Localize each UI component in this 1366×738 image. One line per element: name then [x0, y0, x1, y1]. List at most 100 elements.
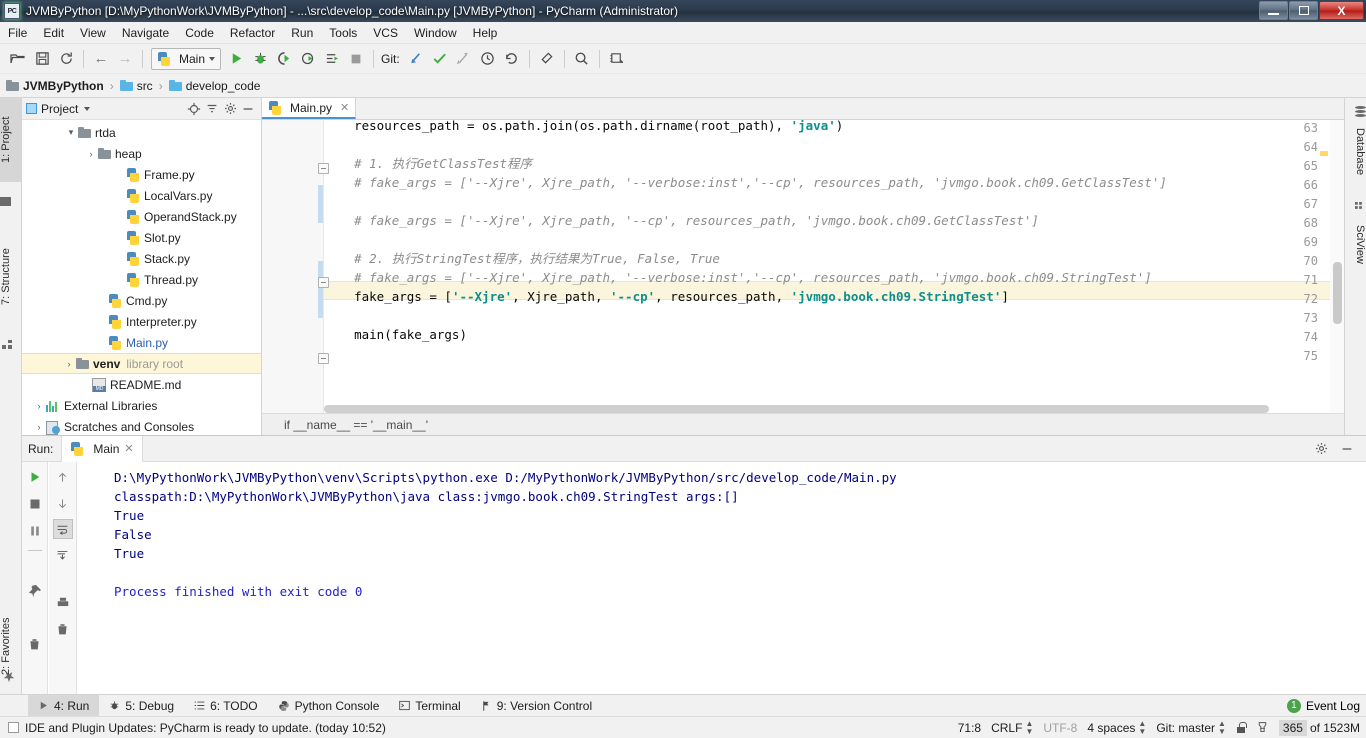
- menu-file[interactable]: File: [0, 24, 35, 42]
- navigate-back-icon[interactable]: ←: [89, 47, 113, 71]
- tab-debug[interactable]: 5: Debug: [99, 695, 184, 717]
- code-text[interactable]: resources_path = os.path.join(os.path.di…: [324, 120, 1344, 435]
- breadcrumb-item-project[interactable]: JVMByPython: [6, 79, 104, 93]
- chevron-down-icon[interactable]: ▾: [64, 127, 78, 138]
- rerun-icon[interactable]: [320, 47, 344, 71]
- gear-icon[interactable]: [221, 100, 239, 118]
- sidebar-item-project[interactable]: 1: Project: [0, 98, 22, 182]
- tab-terminal[interactable]: Terminal: [389, 695, 470, 717]
- status-message-area[interactable]: IDE and Plugin Updates: PyCharm is ready…: [8, 721, 386, 735]
- tab-todo[interactable]: 6: TODO: [184, 695, 268, 717]
- tree-item-rtda[interactable]: ▾ rtda: [22, 122, 261, 143]
- collapse-all-icon[interactable]: [203, 100, 221, 118]
- inspection-icon[interactable]: [1256, 721, 1269, 734]
- run-configuration-selector[interactable]: Main: [151, 47, 222, 70]
- minimize-button[interactable]: [1259, 1, 1288, 20]
- hscrollbar-thumb[interactable]: [324, 405, 1269, 413]
- chevron-right-icon[interactable]: ›: [62, 359, 76, 369]
- console-output[interactable]: D:\MyPythonWork\JVMByPython\venv\Scripts…: [78, 462, 1366, 694]
- tree-item-cmd-py[interactable]: Cmd.py: [22, 290, 261, 311]
- tree-item-interpreter-py[interactable]: Interpreter.py: [22, 311, 261, 332]
- tree-item-operandstack-py[interactable]: OperandStack.py: [22, 206, 261, 227]
- menu-vcs[interactable]: VCS: [365, 24, 406, 42]
- locate-icon[interactable]: [185, 100, 203, 118]
- push-icon[interactable]: [452, 47, 476, 71]
- tree-item-thread-py[interactable]: Thread.py: [22, 269, 261, 290]
- scroll-down-icon[interactable]: [53, 493, 73, 513]
- editor-horizontal-scrollbar[interactable]: [324, 405, 1330, 413]
- file-encoding[interactable]: UTF-8: [1043, 721, 1077, 735]
- chevron-right-icon[interactable]: ›: [32, 422, 46, 432]
- profile-icon[interactable]: [296, 47, 320, 71]
- history-icon[interactable]: [476, 47, 500, 71]
- scroll-up-icon[interactable]: [53, 467, 73, 487]
- commit-icon[interactable]: [428, 47, 452, 71]
- tree-item-external-libraries[interactable]: › External Libraries: [22, 395, 261, 416]
- warning-marker[interactable]: [1320, 151, 1328, 156]
- chevron-right-icon[interactable]: ›: [32, 401, 46, 411]
- tree-item-frame-py[interactable]: Frame.py: [22, 164, 261, 185]
- tab-run[interactable]: 4: Run: [28, 694, 100, 717]
- pin-icon[interactable]: [25, 581, 45, 601]
- sidebar-item-structure[interactable]: 7: Structure: [0, 226, 22, 328]
- editor-vertical-scrollbar[interactable]: [1330, 120, 1344, 435]
- gear-icon[interactable]: [1312, 440, 1330, 458]
- run-tab-main[interactable]: Main ✕: [61, 435, 143, 462]
- soft-wrap-icon[interactable]: [52, 519, 73, 539]
- tree-item-main-py[interactable]: Main.py: [22, 332, 261, 353]
- debug-icon[interactable]: [248, 47, 272, 71]
- rerun-icon[interactable]: [25, 467, 45, 487]
- menu-code[interactable]: Code: [177, 24, 222, 42]
- stop-icon[interactable]: [344, 47, 368, 71]
- menu-run[interactable]: Run: [283, 24, 321, 42]
- menu-tools[interactable]: Tools: [321, 24, 365, 42]
- tree-item-stack-py[interactable]: Stack.py: [22, 248, 261, 269]
- chevron-down-icon[interactable]: [84, 106, 91, 111]
- event-log-button[interactable]: 1 Event Log: [1286, 698, 1360, 713]
- search-icon[interactable]: [570, 47, 594, 71]
- line-separator[interactable]: CRLF ▲ ▼: [991, 719, 1033, 736]
- print-icon[interactable]: [53, 593, 73, 613]
- menu-edit[interactable]: Edit: [35, 24, 72, 42]
- lock-icon[interactable]: [1236, 722, 1247, 733]
- tree-item-scratches-and-consoles[interactable]: › Scratches and Consoles: [22, 416, 261, 435]
- editor-tab-main-py[interactable]: Main.py ✕: [262, 98, 357, 119]
- tree-item-readme-md[interactable]: README.md: [22, 374, 261, 395]
- sync-icon[interactable]: [54, 47, 78, 71]
- breadcrumb-item-develop-code[interactable]: develop_code: [168, 79, 260, 93]
- close-icon[interactable]: ✕: [124, 442, 133, 455]
- menu-window[interactable]: Window: [406, 24, 465, 42]
- pause-icon[interactable]: [25, 521, 45, 541]
- git-branch[interactable]: Git: master ▲ ▼: [1156, 719, 1226, 736]
- hide-panel-icon[interactable]: [239, 100, 257, 118]
- tree-item-localvars-py[interactable]: LocalVars.py: [22, 185, 261, 206]
- close-icon[interactable]: ✕: [340, 101, 349, 114]
- menu-refactor[interactable]: Refactor: [222, 24, 283, 42]
- sidebar-item-database[interactable]: Database: [1344, 120, 1366, 184]
- tree-item-slot-py[interactable]: Slot.py: [22, 227, 261, 248]
- open-folder-icon[interactable]: [6, 47, 30, 71]
- hide-panel-icon[interactable]: [1338, 440, 1356, 458]
- menu-help[interactable]: Help: [465, 24, 506, 42]
- trash-icon[interactable]: [25, 634, 45, 654]
- chevron-right-icon[interactable]: ›: [84, 149, 98, 159]
- revert-icon[interactable]: [500, 47, 524, 71]
- coverage-icon[interactable]: [272, 47, 296, 71]
- stop-icon[interactable]: [25, 494, 45, 514]
- navigate-forward-icon[interactable]: →: [113, 47, 137, 71]
- sidebar-item-sciview[interactable]: SciView: [1344, 216, 1366, 272]
- tab-python-console[interactable]: Python Console: [268, 695, 390, 717]
- code-breadcrumb[interactable]: if __name__ == '__main__': [262, 413, 1344, 435]
- tree-item-venv[interactable]: › venv library root: [22, 353, 261, 374]
- caret-position[interactable]: 71:8: [958, 721, 981, 735]
- update-project-icon[interactable]: [404, 47, 428, 71]
- memory-indicator[interactable]: 365 of 1523M: [1278, 719, 1360, 736]
- menu-navigate[interactable]: Navigate: [114, 24, 177, 42]
- run-icon[interactable]: [224, 47, 248, 71]
- scroll-to-end-icon[interactable]: [53, 545, 73, 565]
- save-icon[interactable]: [30, 47, 54, 71]
- tree-item-heap[interactable]: › heap: [22, 143, 261, 164]
- settings-icon[interactable]: [535, 47, 559, 71]
- maximize-button[interactable]: [1289, 1, 1318, 20]
- trash-icon[interactable]: [53, 619, 73, 639]
